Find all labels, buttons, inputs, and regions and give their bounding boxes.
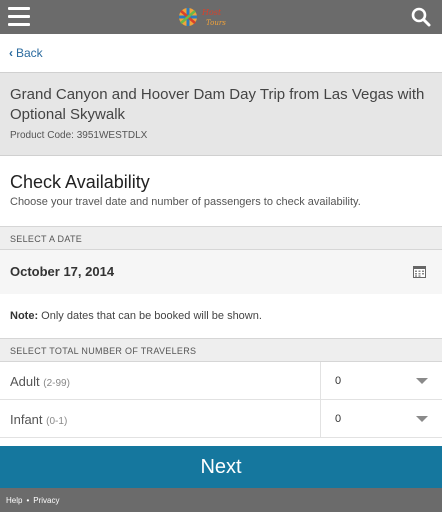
note-label: Note: [10, 310, 39, 322]
svg-text:Host: Host [201, 8, 222, 17]
traveler-range: (2-99) [43, 378, 70, 389]
availability-header: Check Availability Choose your travel da… [0, 156, 442, 226]
footer-links: Help • Privacy [6, 496, 60, 505]
caret-down-icon [416, 416, 428, 422]
privacy-link[interactable]: Privacy [33, 496, 59, 505]
availability-title: Check Availability [10, 172, 150, 192]
travelers-section-title: SELECT TOTAL NUMBER OF TRAVELERS [10, 346, 197, 356]
note-body: Only dates that can be booked will be sh… [41, 310, 262, 322]
product-panel: Grand Canyon and Hoover Dam Day Trip fro… [0, 72, 442, 156]
caret-down-icon [416, 378, 428, 384]
product-code-value: 3951WESTDLX [76, 130, 148, 141]
next-button[interactable]: Next [0, 446, 442, 488]
calendar-icon[interactable] [413, 266, 426, 278]
back-label: Back [16, 46, 43, 60]
adult-count-value: 0 [335, 375, 342, 387]
infant-count-select[interactable]: 0 [320, 400, 442, 438]
product-title: Grand Canyon and Hoover Dam Day Trip fro… [10, 86, 425, 123]
travelers-section-header: SELECT TOTAL NUMBER OF TRAVELERS [0, 338, 442, 362]
traveler-row-adult: Adult (2-99) 0 [0, 362, 442, 400]
traveler-row-infant: Infant (0-1) 0 [0, 400, 442, 438]
traveler-type: Infant [10, 412, 43, 427]
footer: Help • Privacy [0, 488, 442, 512]
traveler-label: Infant (0-1) [10, 412, 67, 427]
date-note: Note: Only dates that can be booked will… [0, 294, 442, 338]
search-icon[interactable] [410, 6, 432, 28]
traveler-range: (0-1) [46, 416, 68, 427]
product-code: Product Code: 3951WESTDLX [10, 130, 147, 141]
note-text: Note: Only dates that can be booked will… [10, 310, 262, 322]
host-logo[interactable]: Host Tours [176, 3, 228, 31]
chevron-left-icon: ‹ [9, 46, 13, 60]
availability-subtitle: Choose your travel date and number of pa… [10, 196, 361, 208]
selected-date: October 17, 2014 [10, 264, 115, 279]
footer-separator: • [26, 496, 30, 505]
back-button[interactable]: ‹ Back [9, 46, 43, 60]
top-bar: Host Tours [0, 0, 442, 34]
help-link[interactable]: Help [6, 496, 22, 505]
traveler-type: Adult [10, 374, 40, 389]
back-bar: ‹ Back [0, 34, 442, 72]
adult-count-select[interactable]: 0 [320, 362, 442, 400]
date-section-header: SELECT A DATE [0, 226, 442, 250]
traveler-label: Adult (2-99) [10, 374, 70, 389]
infant-count-value: 0 [335, 413, 342, 425]
date-section-title: SELECT A DATE [10, 234, 83, 244]
date-picker[interactable]: October 17, 2014 [0, 250, 442, 294]
product-code-label: Product Code: [10, 130, 74, 141]
hamburger-menu-icon[interactable] [8, 7, 30, 27]
svg-text:Tours: Tours [206, 19, 226, 27]
